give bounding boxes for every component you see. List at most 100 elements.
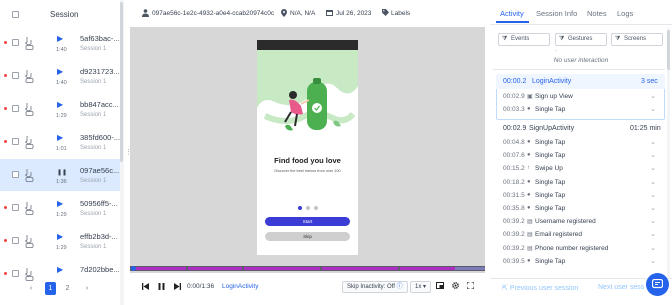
session-checkbox[interactable] xyxy=(12,138,19,145)
timeline-scrubber-handle[interactable] xyxy=(131,266,136,271)
session-row[interactable]: ▶ 1:29 bb847acc... Session 1 xyxy=(0,93,121,125)
screens-filter-label: Screens xyxy=(624,36,647,42)
unviewed-dot xyxy=(4,107,7,110)
chevron-down-icon[interactable]: ⌄ xyxy=(650,164,656,172)
session-checkbox[interactable] xyxy=(12,171,19,178)
session-row[interactable]: ▶ 7d202bbe... xyxy=(0,258,121,290)
event-time: 00:04.8 xyxy=(503,139,525,146)
event-label: Swipe Up xyxy=(535,165,563,173)
app-screen: Find food you love Discover the best men… xyxy=(257,40,358,255)
session-row[interactable]: ▶ 1:01 385fd600-... Session 1 xyxy=(0,126,121,158)
tab-activity[interactable]: Activity xyxy=(500,9,524,18)
activity-event-row[interactable]: 00:18.2 ● Single Tap ⌄ xyxy=(497,176,664,189)
unviewed-dot xyxy=(4,206,7,209)
activity-event-row[interactable]: 00:31.5 ● Single Tap ⌄ xyxy=(497,189,664,202)
activity-event-row[interactable]: 00:04.8 ● Single Tap ⌄ xyxy=(497,136,664,149)
activity-event-row[interactable]: 00:03.3 ● Single Tap ⌄ xyxy=(497,103,664,116)
picture-in-picture-icon[interactable] xyxy=(436,282,444,291)
pause-icon[interactable] xyxy=(158,283,165,292)
sessions-header-label: Session xyxy=(50,10,79,19)
events-filter-label: Events xyxy=(511,36,530,42)
pager-prev-button[interactable]: ‹ xyxy=(26,282,36,295)
player-controls: 0:00/1:36 LoginActivity Skip Inactivity:… xyxy=(130,277,485,299)
onboarding-illustration xyxy=(257,40,358,131)
activity-event-row[interactable]: 00:39.5 ● Single Tap ⌄ xyxy=(497,255,664,268)
tab-notes[interactable]: Notes xyxy=(587,9,607,18)
fullscreen-icon[interactable] xyxy=(466,281,475,291)
settings-gear-icon[interactable] xyxy=(452,282,459,291)
skip-forward-icon[interactable] xyxy=(174,283,181,292)
gesture-indicator-icon xyxy=(24,168,35,182)
session-checkbox[interactable] xyxy=(12,237,19,244)
chevron-down-icon[interactable]: ⌄ xyxy=(650,244,656,252)
session-row[interactable]: ▶ 1:29 50956ff5-... Session 1 xyxy=(0,192,121,224)
skip-inactivity-toggle[interactable]: Skip Inactivity: Off ⓘ xyxy=(342,281,408,293)
screens-filter-button[interactable]: ⧩ Screens xyxy=(611,33,663,46)
activity-event-row[interactable]: 00:39.2 ▤ Phone number registered ⌄ xyxy=(497,242,664,255)
session-row[interactable]: ▶ 1:29 effb2b3d-... Session 1 xyxy=(0,225,121,257)
session-checkbox[interactable] xyxy=(12,105,19,112)
session-checkbox[interactable] xyxy=(12,72,19,79)
next-session-button[interactable]: Next user sess xyxy=(598,284,644,291)
pause-icon[interactable]: ❚❚ xyxy=(57,169,67,176)
session-checkbox[interactable] xyxy=(12,204,19,211)
no-interaction-text: No user interaction xyxy=(553,57,609,64)
chevron-down-icon[interactable]: ⌄ xyxy=(650,138,656,146)
chevron-down-icon[interactable]: ⌄ xyxy=(650,217,656,225)
play-icon[interactable]: ▶ xyxy=(57,232,63,241)
play-icon[interactable]: ▶ xyxy=(57,199,63,208)
play-icon[interactable]: ▶ xyxy=(57,265,63,274)
activity-event-row[interactable]: 00:39.2 ▤ Email registered ⌄ xyxy=(497,228,664,241)
activity-event-row[interactable]: 00:07.6 ● Single Tap ⌄ xyxy=(497,149,664,162)
activity-event-row[interactable]: 00:35.8 ● Single Tap ⌄ xyxy=(497,202,664,215)
chevron-down-icon[interactable]: ⌄ xyxy=(650,151,656,159)
play-icon[interactable]: ▶ xyxy=(57,67,63,76)
play-icon[interactable]: ▶ xyxy=(57,34,63,43)
session-row[interactable]: ❚❚ 1:36 097ae56c... Session 1 xyxy=(0,159,121,191)
tap-icon: ● xyxy=(527,139,531,145)
previous-session-button[interactable]: ⇱ Previous user session xyxy=(502,284,578,292)
session-row[interactable]: ▶ 1:40 d9231723... Session 1 xyxy=(0,60,121,92)
chevron-down-icon[interactable]: ⌄ xyxy=(650,92,656,100)
session-row[interactable]: ▶ 1:40 5af63bac-... Session 1 xyxy=(0,27,121,59)
session-checkbox[interactable] xyxy=(12,270,19,277)
chevron-down-icon[interactable]: ⌄ xyxy=(650,191,656,199)
play-icon[interactable]: ▶ xyxy=(57,100,63,109)
labels-button[interactable]: Labels xyxy=(391,10,410,17)
gestures-filter-button[interactable]: ⧩ Gestures xyxy=(555,33,607,46)
chevron-down-icon[interactable]: ⌄ xyxy=(650,178,656,186)
session-id: effb2b3d-... xyxy=(80,232,118,241)
session-name: Session 1 xyxy=(80,178,107,184)
activity-scroll-thumb[interactable] xyxy=(667,30,670,70)
activity-event-row[interactable]: 00:39.2 ▤ Username registered ⌄ xyxy=(497,215,664,228)
app-skip-button[interactable]: Skip xyxy=(265,232,350,241)
filter-icon: ⧩ xyxy=(615,36,621,42)
chevron-down-icon[interactable]: ⌄ xyxy=(650,230,656,238)
session-id: 5af63bac-... xyxy=(80,34,120,43)
skip-back-icon[interactable] xyxy=(142,283,149,292)
select-all-checkbox[interactable] xyxy=(12,11,19,18)
app-start-button[interactable]: Start xyxy=(265,217,350,226)
skip-inactivity-label: Skip Inactivity: Off xyxy=(347,284,395,290)
session-list-scroll-thumb[interactable] xyxy=(120,2,123,162)
active-tab-indicator xyxy=(496,21,529,23)
pager-next-button[interactable]: › xyxy=(82,282,92,295)
chevron-down-icon[interactable]: ⌄ xyxy=(650,204,656,212)
tap-icon: ● xyxy=(527,152,531,159)
activity-event-row[interactable]: 00:02.9 ▣ Sign up View ⌄ xyxy=(497,90,664,103)
tab-session-info[interactable]: Session Info xyxy=(536,9,577,18)
events-filter-button[interactable]: ⧩ Events xyxy=(498,33,550,46)
chevron-down-icon[interactable]: ⌄ xyxy=(650,105,656,113)
pager-page-2[interactable]: 2 xyxy=(62,282,73,295)
event-time: 00:39.2 xyxy=(503,231,525,239)
event-label: Phone number registered xyxy=(535,244,609,252)
app-title: Find food you love xyxy=(274,156,341,165)
activity-event-row[interactable]: 00:15.2 ↑ Swipe Up ⌄ xyxy=(497,162,664,175)
pager-page-1[interactable]: 1 xyxy=(45,282,56,295)
tab-logs[interactable]: Logs xyxy=(617,9,633,18)
chevron-down-icon[interactable]: ⌄ xyxy=(650,257,656,265)
chat-support-button[interactable] xyxy=(646,273,669,296)
speed-select[interactable]: 1x ▾ xyxy=(410,281,432,293)
play-icon[interactable]: ▶ xyxy=(57,133,63,142)
session-checkbox[interactable] xyxy=(12,39,19,46)
